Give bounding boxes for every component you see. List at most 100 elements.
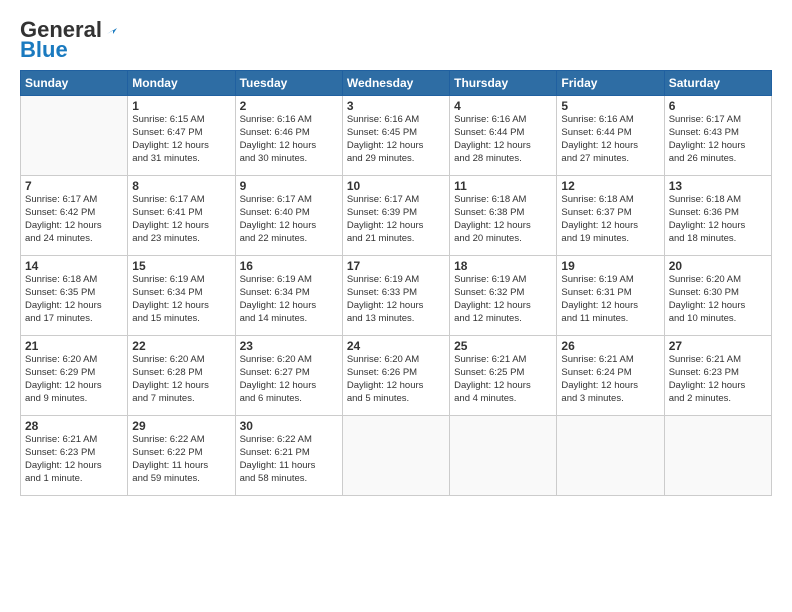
day-number: 6: [669, 99, 767, 113]
day-info: Sunrise: 6:21 AMSunset: 6:24 PMDaylight:…: [561, 354, 659, 405]
day-number: 27: [669, 339, 767, 353]
calendar-week-row: 28Sunrise: 6:21 AMSunset: 6:23 PMDayligh…: [21, 416, 772, 496]
calendar-cell: 26Sunrise: 6:21 AMSunset: 6:24 PMDayligh…: [557, 336, 664, 416]
day-info: Sunrise: 6:16 AMSunset: 6:44 PMDaylight:…: [454, 114, 552, 165]
calendar-cell: 14Sunrise: 6:18 AMSunset: 6:35 PMDayligh…: [21, 256, 128, 336]
day-info: Sunrise: 6:21 AMSunset: 6:25 PMDaylight:…: [454, 354, 552, 405]
logo-bird-icon: [103, 20, 121, 38]
header: General Blue: [20, 18, 772, 62]
day-info: Sunrise: 6:20 AMSunset: 6:27 PMDaylight:…: [240, 354, 338, 405]
calendar-cell: 13Sunrise: 6:18 AMSunset: 6:36 PMDayligh…: [664, 176, 771, 256]
day-number: 8: [132, 179, 230, 193]
calendar-cell: 9Sunrise: 6:17 AMSunset: 6:40 PMDaylight…: [235, 176, 342, 256]
calendar-cell: 29Sunrise: 6:22 AMSunset: 6:22 PMDayligh…: [128, 416, 235, 496]
day-number: 19: [561, 259, 659, 273]
calendar-table: SundayMondayTuesdayWednesdayThursdayFrid…: [20, 70, 772, 496]
day-number: 22: [132, 339, 230, 353]
day-number: 14: [25, 259, 123, 273]
day-info: Sunrise: 6:16 AMSunset: 6:44 PMDaylight:…: [561, 114, 659, 165]
logo: General Blue: [20, 18, 121, 62]
day-info: Sunrise: 6:17 AMSunset: 6:40 PMDaylight:…: [240, 194, 338, 245]
day-info: Sunrise: 6:18 AMSunset: 6:38 PMDaylight:…: [454, 194, 552, 245]
day-info: Sunrise: 6:22 AMSunset: 6:21 PMDaylight:…: [240, 434, 338, 485]
day-info: Sunrise: 6:17 AMSunset: 6:41 PMDaylight:…: [132, 194, 230, 245]
day-info: Sunrise: 6:21 AMSunset: 6:23 PMDaylight:…: [669, 354, 767, 405]
calendar-cell: [21, 96, 128, 176]
weekday-header-monday: Monday: [128, 71, 235, 96]
calendar-cell: 23Sunrise: 6:20 AMSunset: 6:27 PMDayligh…: [235, 336, 342, 416]
day-number: 1: [132, 99, 230, 113]
day-info: Sunrise: 6:18 AMSunset: 6:36 PMDaylight:…: [669, 194, 767, 245]
day-info: Sunrise: 6:18 AMSunset: 6:37 PMDaylight:…: [561, 194, 659, 245]
day-number: 20: [669, 259, 767, 273]
calendar-cell: [342, 416, 449, 496]
calendar-cell: 10Sunrise: 6:17 AMSunset: 6:39 PMDayligh…: [342, 176, 449, 256]
calendar-cell: 6Sunrise: 6:17 AMSunset: 6:43 PMDaylight…: [664, 96, 771, 176]
calendar-cell: 24Sunrise: 6:20 AMSunset: 6:26 PMDayligh…: [342, 336, 449, 416]
calendar-cell: 11Sunrise: 6:18 AMSunset: 6:38 PMDayligh…: [450, 176, 557, 256]
day-number: 11: [454, 179, 552, 193]
day-number: 3: [347, 99, 445, 113]
day-info: Sunrise: 6:19 AMSunset: 6:33 PMDaylight:…: [347, 274, 445, 325]
day-number: 21: [25, 339, 123, 353]
day-number: 13: [669, 179, 767, 193]
day-number: 24: [347, 339, 445, 353]
calendar-cell: 12Sunrise: 6:18 AMSunset: 6:37 PMDayligh…: [557, 176, 664, 256]
calendar-week-row: 21Sunrise: 6:20 AMSunset: 6:29 PMDayligh…: [21, 336, 772, 416]
day-info: Sunrise: 6:20 AMSunset: 6:29 PMDaylight:…: [25, 354, 123, 405]
weekday-header-sunday: Sunday: [21, 71, 128, 96]
day-info: Sunrise: 6:19 AMSunset: 6:32 PMDaylight:…: [454, 274, 552, 325]
calendar-cell: 15Sunrise: 6:19 AMSunset: 6:34 PMDayligh…: [128, 256, 235, 336]
day-number: 5: [561, 99, 659, 113]
calendar-cell: [664, 416, 771, 496]
weekday-header-tuesday: Tuesday: [235, 71, 342, 96]
calendar-cell: 25Sunrise: 6:21 AMSunset: 6:25 PMDayligh…: [450, 336, 557, 416]
calendar-cell: 4Sunrise: 6:16 AMSunset: 6:44 PMDaylight…: [450, 96, 557, 176]
day-info: Sunrise: 6:17 AMSunset: 6:43 PMDaylight:…: [669, 114, 767, 165]
calendar-cell: 2Sunrise: 6:16 AMSunset: 6:46 PMDaylight…: [235, 96, 342, 176]
calendar-cell: 1Sunrise: 6:15 AMSunset: 6:47 PMDaylight…: [128, 96, 235, 176]
day-number: 7: [25, 179, 123, 193]
logo-blue-text: Blue: [20, 38, 68, 62]
day-number: 12: [561, 179, 659, 193]
day-info: Sunrise: 6:19 AMSunset: 6:34 PMDaylight:…: [132, 274, 230, 325]
page: General Blue SundayMondayTuesdayWednesda…: [0, 0, 792, 612]
day-info: Sunrise: 6:17 AMSunset: 6:39 PMDaylight:…: [347, 194, 445, 245]
day-info: Sunrise: 6:19 AMSunset: 6:34 PMDaylight:…: [240, 274, 338, 325]
day-info: Sunrise: 6:15 AMSunset: 6:47 PMDaylight:…: [132, 114, 230, 165]
day-number: 2: [240, 99, 338, 113]
weekday-header-saturday: Saturday: [664, 71, 771, 96]
calendar-cell: 22Sunrise: 6:20 AMSunset: 6:28 PMDayligh…: [128, 336, 235, 416]
day-info: Sunrise: 6:18 AMSunset: 6:35 PMDaylight:…: [25, 274, 123, 325]
calendar-cell: 8Sunrise: 6:17 AMSunset: 6:41 PMDaylight…: [128, 176, 235, 256]
day-number: 17: [347, 259, 445, 273]
calendar-cell: 17Sunrise: 6:19 AMSunset: 6:33 PMDayligh…: [342, 256, 449, 336]
day-number: 25: [454, 339, 552, 353]
calendar-week-row: 7Sunrise: 6:17 AMSunset: 6:42 PMDaylight…: [21, 176, 772, 256]
calendar-cell: 16Sunrise: 6:19 AMSunset: 6:34 PMDayligh…: [235, 256, 342, 336]
day-info: Sunrise: 6:20 AMSunset: 6:26 PMDaylight:…: [347, 354, 445, 405]
day-number: 29: [132, 419, 230, 433]
day-number: 30: [240, 419, 338, 433]
day-number: 23: [240, 339, 338, 353]
day-info: Sunrise: 6:17 AMSunset: 6:42 PMDaylight:…: [25, 194, 123, 245]
day-number: 10: [347, 179, 445, 193]
calendar-week-row: 1Sunrise: 6:15 AMSunset: 6:47 PMDaylight…: [21, 96, 772, 176]
calendar-cell: 21Sunrise: 6:20 AMSunset: 6:29 PMDayligh…: [21, 336, 128, 416]
weekday-header-row: SundayMondayTuesdayWednesdayThursdayFrid…: [21, 71, 772, 96]
day-number: 18: [454, 259, 552, 273]
calendar-cell: 27Sunrise: 6:21 AMSunset: 6:23 PMDayligh…: [664, 336, 771, 416]
calendar-cell: 19Sunrise: 6:19 AMSunset: 6:31 PMDayligh…: [557, 256, 664, 336]
day-info: Sunrise: 6:22 AMSunset: 6:22 PMDaylight:…: [132, 434, 230, 485]
day-info: Sunrise: 6:20 AMSunset: 6:28 PMDaylight:…: [132, 354, 230, 405]
calendar-week-row: 14Sunrise: 6:18 AMSunset: 6:35 PMDayligh…: [21, 256, 772, 336]
calendar-cell: [557, 416, 664, 496]
calendar-cell: 28Sunrise: 6:21 AMSunset: 6:23 PMDayligh…: [21, 416, 128, 496]
weekday-header-wednesday: Wednesday: [342, 71, 449, 96]
day-number: 26: [561, 339, 659, 353]
calendar-cell: 30Sunrise: 6:22 AMSunset: 6:21 PMDayligh…: [235, 416, 342, 496]
day-number: 15: [132, 259, 230, 273]
calendar-cell: 3Sunrise: 6:16 AMSunset: 6:45 PMDaylight…: [342, 96, 449, 176]
day-info: Sunrise: 6:16 AMSunset: 6:45 PMDaylight:…: [347, 114, 445, 165]
calendar-cell: 20Sunrise: 6:20 AMSunset: 6:30 PMDayligh…: [664, 256, 771, 336]
